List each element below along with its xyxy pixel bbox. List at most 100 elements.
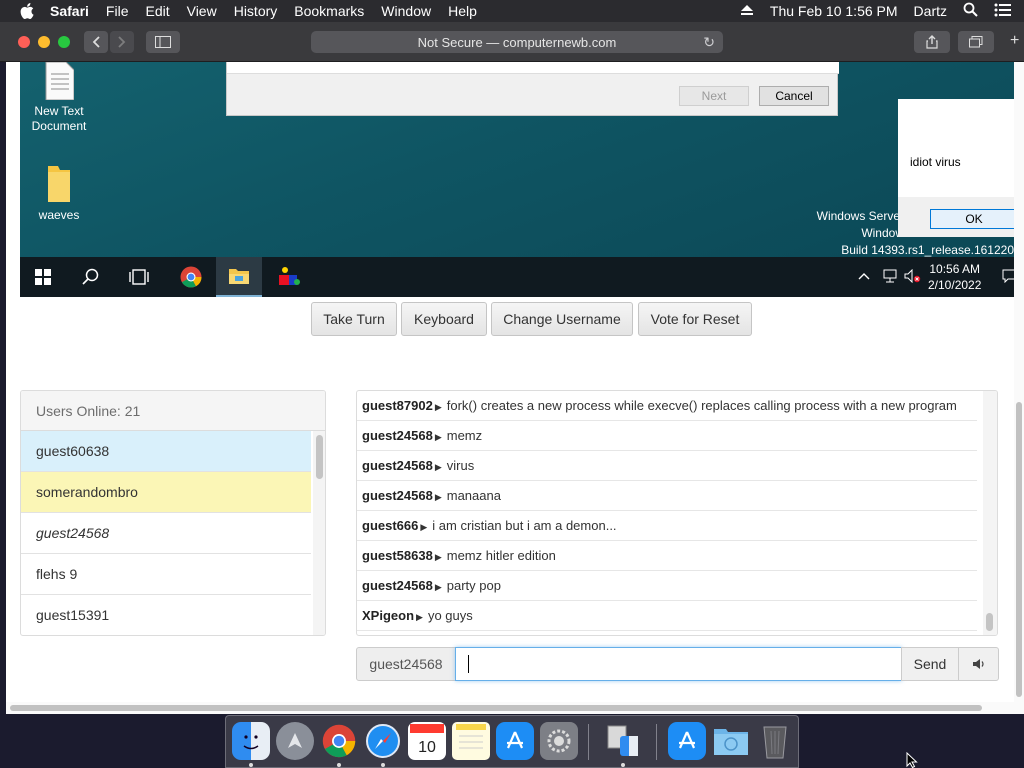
sidebar-icon <box>155 36 171 48</box>
eject-icon[interactable] <box>740 3 754 19</box>
reload-icon[interactable]: ↻ <box>703 34 715 51</box>
address-bar[interactable]: Not Secure — computernewb.com ↻ <box>311 31 723 53</box>
chat-text: fork() creates a new process while execv… <box>446 398 957 413</box>
chat-username[interactable]: guest24568 <box>362 488 433 503</box>
desktop-icon-label: New Text Document <box>31 104 87 133</box>
menu-file[interactable]: File <box>106 3 129 19</box>
page-horizontal-scrollbar[interactable] <box>6 702 1024 714</box>
back-button[interactable] <box>84 31 108 53</box>
system-preferences-icon[interactable] <box>540 722 578 760</box>
change-username-button[interactable]: Change Username <box>491 302 633 336</box>
chevron-up-icon[interactable] <box>858 269 870 283</box>
caret-right-icon: ▶ <box>434 432 442 442</box>
setup-dialog: Next Cancel <box>226 62 839 116</box>
mouse-pointer-icon <box>906 751 918 768</box>
desktop-icon-text-document[interactable]: New Text Document <box>24 62 94 134</box>
finder-alt-icon[interactable] <box>604 722 642 760</box>
chat-message: XPigeon ▶ yo guys <box>357 601 977 631</box>
menu-app-name[interactable]: Safari <box>50 3 89 19</box>
menu-window[interactable]: Window <box>381 3 431 19</box>
chat-username[interactable]: guest58638 <box>362 548 433 563</box>
app-store-alt-icon[interactable] <box>668 722 706 760</box>
paint-app-icon[interactable] <box>266 257 312 297</box>
search-icon[interactable] <box>963 2 978 20</box>
user-list-item[interactable]: guest15391 <box>21 595 311 635</box>
vm-screen[interactable]: New Text Document waeves Next Cancel Win… <box>20 62 1024 297</box>
chat-message: guest24568 ▶ memz <box>357 421 977 451</box>
sidebar-toggle-button[interactable] <box>146 31 180 53</box>
app-store-icon[interactable] <box>496 722 534 760</box>
new-tab-icon[interactable]: + <box>1010 32 1019 50</box>
chat-username[interactable]: guest24568 <box>362 578 433 593</box>
share-button[interactable] <box>914 31 950 53</box>
zoom-window-button[interactable] <box>58 36 70 48</box>
control-center-icon[interactable] <box>994 3 1012 20</box>
caret-right-icon: ▶ <box>434 552 442 562</box>
chat-text: memz <box>446 428 483 443</box>
chevron-right-icon <box>118 36 126 48</box>
next-button[interactable]: Next <box>679 86 749 106</box>
downloads-folder-icon[interactable] <box>712 722 750 760</box>
chrome-icon[interactable] <box>320 722 358 760</box>
windows-start-icon[interactable] <box>20 257 66 297</box>
forward-button[interactable] <box>110 31 134 53</box>
chat-username[interactable]: guest24568 <box>362 428 433 443</box>
trash-icon[interactable] <box>756 722 794 760</box>
send-button[interactable]: Send <box>901 647 959 681</box>
username-label[interactable]: guest24568 <box>356 647 456 681</box>
take-turn-button[interactable]: Take Turn <box>311 302 397 336</box>
keyboard-button[interactable]: Keyboard <box>401 302 487 336</box>
menu-bookmarks[interactable]: Bookmarks <box>294 3 364 19</box>
menu-edit[interactable]: Edit <box>145 3 169 19</box>
menubar-datetime[interactable]: Thu Feb 10 1:56 PM <box>770 3 898 19</box>
chat-username[interactable]: XPigeon <box>362 608 414 623</box>
task-view-icon[interactable] <box>116 257 162 297</box>
chat-message-input[interactable] <box>455 647 902 681</box>
menu-view[interactable]: View <box>187 3 217 19</box>
desktop-icon-waeves[interactable]: waeves <box>24 164 94 223</box>
finder-icon[interactable] <box>232 722 270 760</box>
tabs-overview-button[interactable] <box>958 31 994 53</box>
cancel-button[interactable]: Cancel <box>759 86 829 106</box>
minimize-window-button[interactable] <box>38 36 50 48</box>
calendar-icon[interactable]: 10 <box>408 722 446 760</box>
search-icon[interactable] <box>68 257 114 297</box>
user-list-item[interactable]: guest60638 <box>21 431 311 472</box>
chat-scrollbar[interactable] <box>983 391 997 635</box>
notes-icon[interactable] <box>452 722 490 760</box>
sound-toggle-button[interactable] <box>958 647 999 681</box>
chat-text: virus <box>446 458 475 473</box>
apple-icon[interactable] <box>20 3 36 19</box>
chat-text: memz hitler edition <box>446 548 556 563</box>
text-document-icon <box>45 62 75 101</box>
menu-help[interactable]: Help <box>448 3 477 19</box>
close-window-button[interactable] <box>18 36 30 48</box>
chat-text: manaana <box>446 488 501 503</box>
chat-message: guest87902 ▶ fork() creates a new process … <box>357 391 977 421</box>
taskbar-clock[interactable]: 10:56 AM 2/10/2022 <box>928 261 981 293</box>
caret-right-icon: ▶ <box>434 462 442 472</box>
ok-button[interactable]: OK <box>930 209 1018 229</box>
message-box: idiot virus OK <box>898 99 1024 237</box>
page-vertical-scrollbar[interactable] <box>1014 62 1024 702</box>
web-content: New Text Document waeves Next Cancel Win… <box>6 62 1024 714</box>
file-explorer-icon[interactable] <box>216 257 262 297</box>
safari-icon[interactable] <box>364 722 402 760</box>
user-list-item-self[interactable]: guest24568 <box>21 513 311 554</box>
chat-username[interactable]: guest666 <box>362 518 418 533</box>
chat-username[interactable]: guest24568 <box>362 458 433 473</box>
chrome-icon[interactable] <box>168 257 214 297</box>
chat-text: yo guys <box>427 608 473 623</box>
users-scrollbar[interactable] <box>313 431 325 635</box>
launchpad-icon[interactable] <box>276 722 314 760</box>
chat-username[interactable]: guest87902 <box>362 398 433 413</box>
user-list-item[interactable]: somerandombro <box>21 472 311 513</box>
folder-icon <box>48 166 70 202</box>
user-list-item[interactable]: flehs 9 <box>21 554 311 595</box>
menubar-user[interactable]: Dartz <box>914 3 947 19</box>
network-icon[interactable] <box>882 269 898 288</box>
menu-history[interactable]: History <box>234 3 278 19</box>
volume-muted-icon[interactable] <box>904 268 922 288</box>
chat-text: party pop <box>446 578 501 593</box>
vote-reset-button[interactable]: Vote for Reset <box>638 302 752 336</box>
